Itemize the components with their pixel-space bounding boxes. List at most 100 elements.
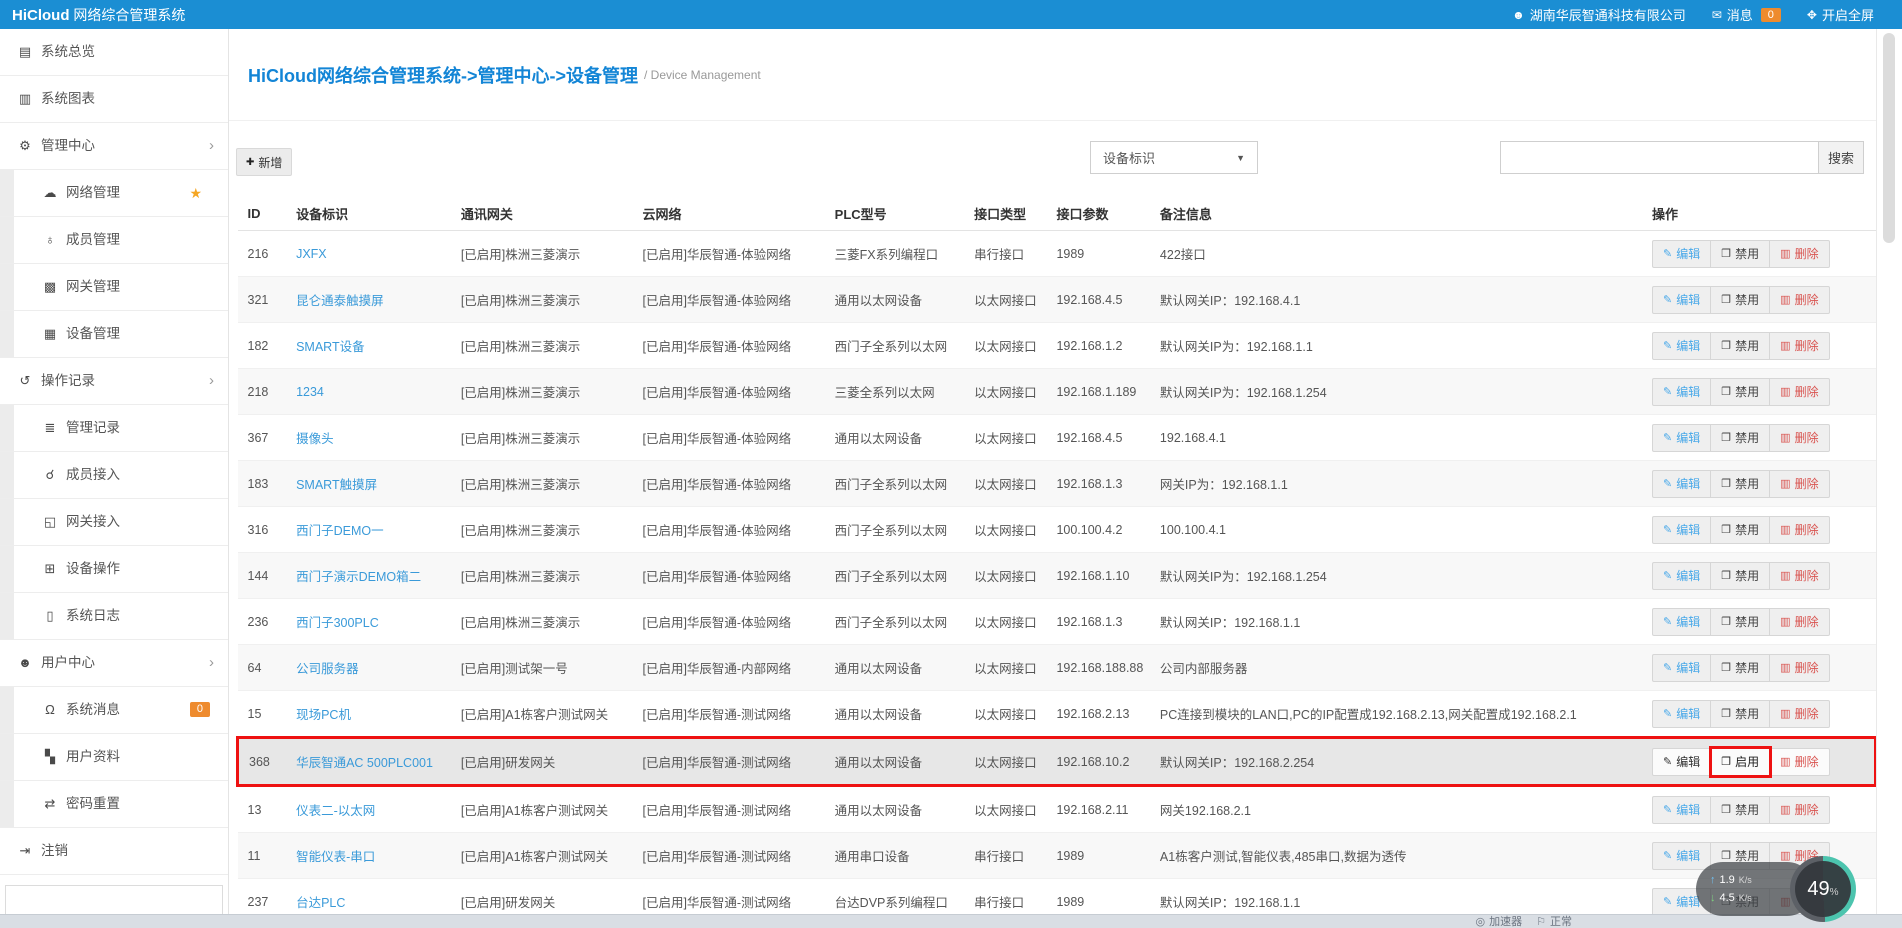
sidebar-item-password-reset[interactable]: ⇄密码重置 [0, 781, 228, 828]
device-name-link[interactable]: 智能仪表-串口 [296, 850, 375, 864]
sidebar-item-label: 系统图表 [41, 91, 95, 106]
scrollbar-thumb[interactable] [1883, 33, 1895, 243]
cell-interface-param: 1989 [1046, 231, 1149, 277]
edit-button[interactable]: ✎编辑 [1652, 424, 1711, 452]
disable-button[interactable]: ❐禁用 [1711, 562, 1770, 590]
sidebar-item-device-operation[interactable]: ⊞设备操作 [0, 546, 228, 593]
delete-button[interactable]: ▥删除 [1770, 748, 1829, 776]
delete-button[interactable]: ▥删除 [1770, 470, 1829, 498]
delete-button[interactable]: ▥删除 [1770, 700, 1829, 728]
sidebar-item-user-center[interactable]: ☻用户中心› [0, 640, 228, 687]
fullscreen-button[interactable]: ✥ 开启全屏 [1807, 5, 1874, 24]
device-name-link[interactable]: 公司服务器 [296, 662, 359, 676]
device-name-link[interactable]: 昆仑通泰触摸屏 [296, 294, 384, 308]
sidebar-item-user-profile[interactable]: ▚用户资料 [0, 734, 228, 781]
disable-button[interactable]: ❐禁用 [1711, 700, 1770, 728]
device-name-link[interactable]: 西门子DEMO一 [296, 524, 384, 538]
sidebar-item-member-management[interactable]: ♁成员管理 [0, 217, 228, 264]
disable-button[interactable]: ❐禁用 [1711, 796, 1770, 824]
disable-button[interactable]: ❐禁用 [1711, 608, 1770, 636]
delete-button[interactable]: ▥删除 [1770, 378, 1829, 406]
delete-button[interactable]: ▥删除 [1770, 654, 1829, 682]
sidebar-item-network-management[interactable]: ☁网络管理★ [0, 170, 228, 217]
disable-button[interactable]: ❐禁用 [1711, 378, 1770, 406]
messages-menu[interactable]: ✉ 消息 0 [1712, 5, 1781, 24]
taskbar-item[interactable]: ◎加速器 [1476, 915, 1523, 928]
scrollbar-track[interactable] [1876, 29, 1902, 928]
disable-button[interactable]: ❐禁用 [1711, 516, 1770, 544]
device-name-link[interactable]: 现场PC机 [296, 708, 351, 722]
edit-button[interactable]: ✎编辑 [1652, 240, 1711, 268]
sidebar-item-system-messages[interactable]: Ω系统消息0 [0, 687, 228, 734]
sidebar-item-operation-records[interactable]: ↺操作记录› [0, 358, 228, 405]
company-menu[interactable]: ☻ 湖南华辰智通科技有限公司 [1512, 5, 1686, 24]
chevron-right-icon: › [209, 123, 214, 169]
add-device-button[interactable]: ✚ 新增 [236, 148, 292, 176]
table-row: 11 智能仪表-串口 [已启用]A1栋客户测试网关 [已启用]华辰智通-测试网络… [238, 833, 1876, 879]
delete-button[interactable]: ▥删除 [1770, 424, 1829, 452]
network-monitor-widget[interactable]: ↑ 1.9 K/s ↓ 4.5 K/s 49 % [1696, 856, 1856, 922]
sidebar-item-device-management[interactable]: ▦设备管理 [0, 311, 228, 358]
sidebar-item-logout[interactable]: ⇥注销 [0, 828, 228, 875]
edit-button[interactable]: ✎编辑 [1652, 470, 1711, 498]
delete-button[interactable]: ▥删除 [1770, 562, 1829, 590]
cell-id: 367 [238, 415, 287, 461]
delete-button[interactable]: ▥删除 [1770, 286, 1829, 314]
device-name-link[interactable]: 台达PLC [296, 896, 345, 910]
device-name-link[interactable]: 西门子300PLC [296, 616, 379, 630]
sidebar-item-system-overview[interactable]: ▤系统总览 [0, 29, 228, 76]
sign-out-icon: ⇥ [15, 828, 35, 874]
cell-interface-type: 串行接口 [964, 231, 1046, 277]
delete-button[interactable]: ▥删除 [1770, 516, 1829, 544]
edit-button[interactable]: ✎编辑 [1652, 796, 1711, 824]
disable-button[interactable]: ❐禁用 [1711, 424, 1770, 452]
cell-plc-model: 西门子全系列以太网 [825, 323, 964, 369]
cell-interface-param: 1989 [1046, 833, 1149, 879]
edit-button[interactable]: ✎编辑 [1652, 286, 1711, 314]
cell-gateway: [已启用]研发网关 [451, 738, 633, 786]
sidebar-item-system-logs[interactable]: ▯系统日志 [0, 593, 228, 640]
taskbar-item[interactable]: ⚐正常 [1536, 915, 1572, 928]
cell-network: [已启用]华辰智通-测试网络 [632, 691, 824, 738]
edit-button[interactable]: ✎编辑 [1652, 654, 1711, 682]
device-name-link[interactable]: 摄像头 [296, 432, 334, 446]
device-name-link[interactable]: 仪表二-以太网 [296, 804, 375, 818]
sidebar-item-management-records[interactable]: ≣管理记录 [0, 405, 228, 452]
sidebar-item-label: 网络管理 [66, 185, 120, 200]
sidebar-item-management-center[interactable]: ⚙管理中心› [0, 123, 228, 170]
cell-remark: A1栋客户测试,智能仪表,485串口,数据为透传 [1150, 833, 1642, 879]
delete-button[interactable]: ▥删除 [1770, 608, 1829, 636]
sidebar-item-gateway-management[interactable]: ▩网关管理 [0, 264, 228, 311]
delete-button[interactable]: ▥删除 [1770, 332, 1829, 360]
disable-button[interactable]: ❐禁用 [1711, 470, 1770, 498]
cell-plc-model: 通用以太网设备 [825, 738, 964, 786]
search-input[interactable] [1500, 141, 1818, 174]
edit-button[interactable]: ✎编辑 [1652, 748, 1711, 776]
sidebar-item-member-access[interactable]: ☌成员接入 [0, 452, 228, 499]
gears-icon: ⚙ [15, 123, 35, 169]
sidebar-item-gateway-access[interactable]: ◱网关接入 [0, 499, 228, 546]
disable-button[interactable]: ❐禁用 [1711, 654, 1770, 682]
edit-button[interactable]: ✎编辑 [1652, 562, 1711, 590]
device-name-link[interactable]: SMART设备 [296, 340, 365, 354]
search-button[interactable]: 搜索 [1818, 141, 1864, 174]
disable-button[interactable]: ❐禁用 [1711, 286, 1770, 314]
edit-button[interactable]: ✎编辑 [1652, 332, 1711, 360]
device-name-link[interactable]: JXFX [296, 247, 327, 261]
delete-button[interactable]: ▥删除 [1770, 796, 1829, 824]
device-name-link[interactable]: 1234 [296, 385, 324, 399]
edit-button[interactable]: ✎编辑 [1652, 608, 1711, 636]
cell-remark: 默认网关IP为：192.168.1.1 [1150, 323, 1642, 369]
disable-button[interactable]: ❐禁用 [1711, 240, 1770, 268]
edit-button[interactable]: ✎编辑 [1652, 378, 1711, 406]
device-name-link[interactable]: 西门子演示DEMO箱二 [296, 570, 421, 584]
device-name-link[interactable]: 华辰智通AC 500PLC001 [296, 756, 433, 770]
enable-button[interactable]: ❐启用 [1711, 748, 1770, 776]
sidebar-item-system-charts[interactable]: ▥系统图表 [0, 76, 228, 123]
edit-button[interactable]: ✎编辑 [1652, 516, 1711, 544]
device-name-link[interactable]: SMART触摸屏 [296, 478, 377, 492]
disable-button[interactable]: ❐禁用 [1711, 332, 1770, 360]
edit-button[interactable]: ✎编辑 [1652, 700, 1711, 728]
delete-button[interactable]: ▥删除 [1770, 240, 1829, 268]
filter-dropdown[interactable]: 设备标识 ▼ [1090, 141, 1258, 174]
